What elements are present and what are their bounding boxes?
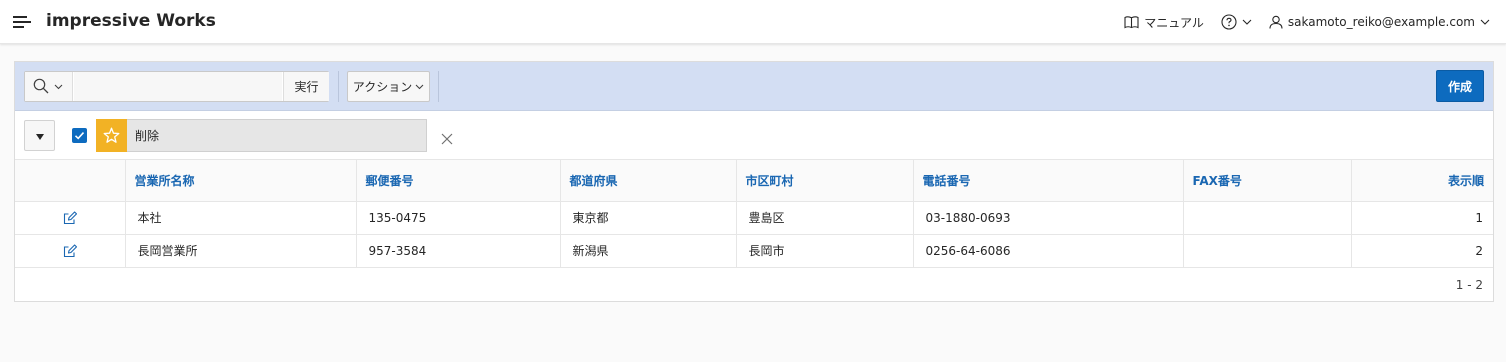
cell-postal-code: 957-3584	[356, 234, 561, 268]
search-column-selector[interactable]	[25, 72, 73, 101]
table-row: 長岡営業所 957-3584 新潟県 長岡市 0256-64-6086 2	[15, 234, 1493, 268]
user-email: sakamoto_reiko@example.com	[1287, 15, 1475, 29]
manual-link[interactable]: マニュアル	[1124, 14, 1204, 31]
cell-prefecture: 東京都	[560, 201, 737, 235]
manual-label: マニュアル	[1144, 15, 1204, 30]
saved-report-filter-row: 削除	[15, 111, 1493, 160]
cell-prefecture: 新潟県	[560, 234, 737, 268]
toolbar-divider	[438, 71, 439, 102]
column-header-edit	[15, 160, 126, 202]
chevron-down-icon	[1480, 19, 1490, 25]
edit-cell	[15, 201, 126, 235]
cell-office-name: 本社	[125, 201, 357, 235]
help-icon	[1221, 14, 1237, 30]
cell-phone: 03-1880-0693	[913, 201, 1184, 235]
menu-toggle-icon[interactable]	[13, 13, 31, 31]
table-row: 本社 135-0475 東京都 豊島区 03-1880-0693 1	[15, 201, 1493, 235]
close-icon[interactable]	[441, 130, 453, 145]
search-bar: 実行	[24, 71, 329, 102]
cell-display-order: 1	[1351, 201, 1493, 235]
star-icon	[103, 127, 120, 143]
edit-cell	[15, 234, 126, 268]
go-button[interactable]: 実行	[283, 72, 329, 101]
report-region: 実行 アクション 作成 削除 営業所名称 郵便番号 都道府県 市区町村 電話番号…	[14, 61, 1494, 302]
cell-phone: 0256-64-6086	[913, 234, 1184, 268]
actions-menu-button[interactable]: アクション	[347, 71, 430, 102]
create-button[interactable]: 作成	[1436, 70, 1484, 102]
checkmark-icon	[74, 132, 85, 140]
report-table: 営業所名称 郵便番号 都道府県 市区町村 電話番号 FAX番号 表示順 本社 1…	[15, 160, 1493, 268]
table-header-row: 営業所名称 郵便番号 都道府県 市区町村 電話番号 FAX番号 表示順	[15, 160, 1493, 202]
chevron-down-icon	[415, 84, 424, 89]
column-header-prefecture[interactable]: 都道府県	[560, 160, 737, 202]
pagination-range: 1 - 2	[1455, 278, 1483, 292]
chevron-down-icon	[54, 84, 63, 90]
edit-icon[interactable]	[63, 244, 77, 258]
filter-enable-checkbox[interactable]	[72, 128, 87, 143]
column-header-city[interactable]: 市区町村	[736, 160, 914, 202]
user-icon	[1269, 15, 1283, 29]
chevron-down-icon	[1242, 19, 1252, 25]
column-header-phone[interactable]: 電話番号	[913, 160, 1184, 202]
cell-office-name: 長岡営業所	[125, 234, 357, 268]
search-icon	[33, 78, 49, 94]
saved-report-label[interactable]: 削除	[127, 119, 427, 152]
column-header-office-name[interactable]: 営業所名称	[125, 160, 357, 202]
column-header-display-order[interactable]: 表示順	[1351, 160, 1493, 202]
cell-fax	[1183, 234, 1352, 268]
actions-label: アクション	[352, 80, 413, 94]
cell-postal-code: 135-0475	[356, 201, 561, 235]
cell-city: 豊島区	[736, 201, 914, 235]
cell-display-order: 2	[1351, 234, 1493, 268]
column-header-postal-code[interactable]: 郵便番号	[356, 160, 561, 202]
app-title[interactable]: impressive Works	[46, 11, 216, 31]
search-input[interactable]	[74, 72, 282, 101]
report-toolbar: 実行 アクション 作成	[15, 62, 1493, 111]
toolbar-divider	[338, 71, 339, 102]
top-navigation-bar: impressive Works マニュアル sakamoto_reiko@ex	[0, 0, 1506, 44]
cell-fax	[1183, 201, 1352, 235]
cell-city: 長岡市	[736, 234, 914, 268]
user-menu[interactable]: sakamoto_reiko@example.com	[1269, 15, 1490, 29]
edit-icon[interactable]	[63, 211, 77, 225]
collapse-toggle[interactable]	[24, 120, 55, 151]
column-header-fax[interactable]: FAX番号	[1183, 160, 1352, 202]
book-icon	[1124, 16, 1139, 29]
saved-report-star-badge	[96, 119, 127, 152]
nav-right: マニュアル sakamoto_reiko@example.com	[1124, 0, 1490, 44]
help-menu[interactable]	[1221, 14, 1252, 30]
